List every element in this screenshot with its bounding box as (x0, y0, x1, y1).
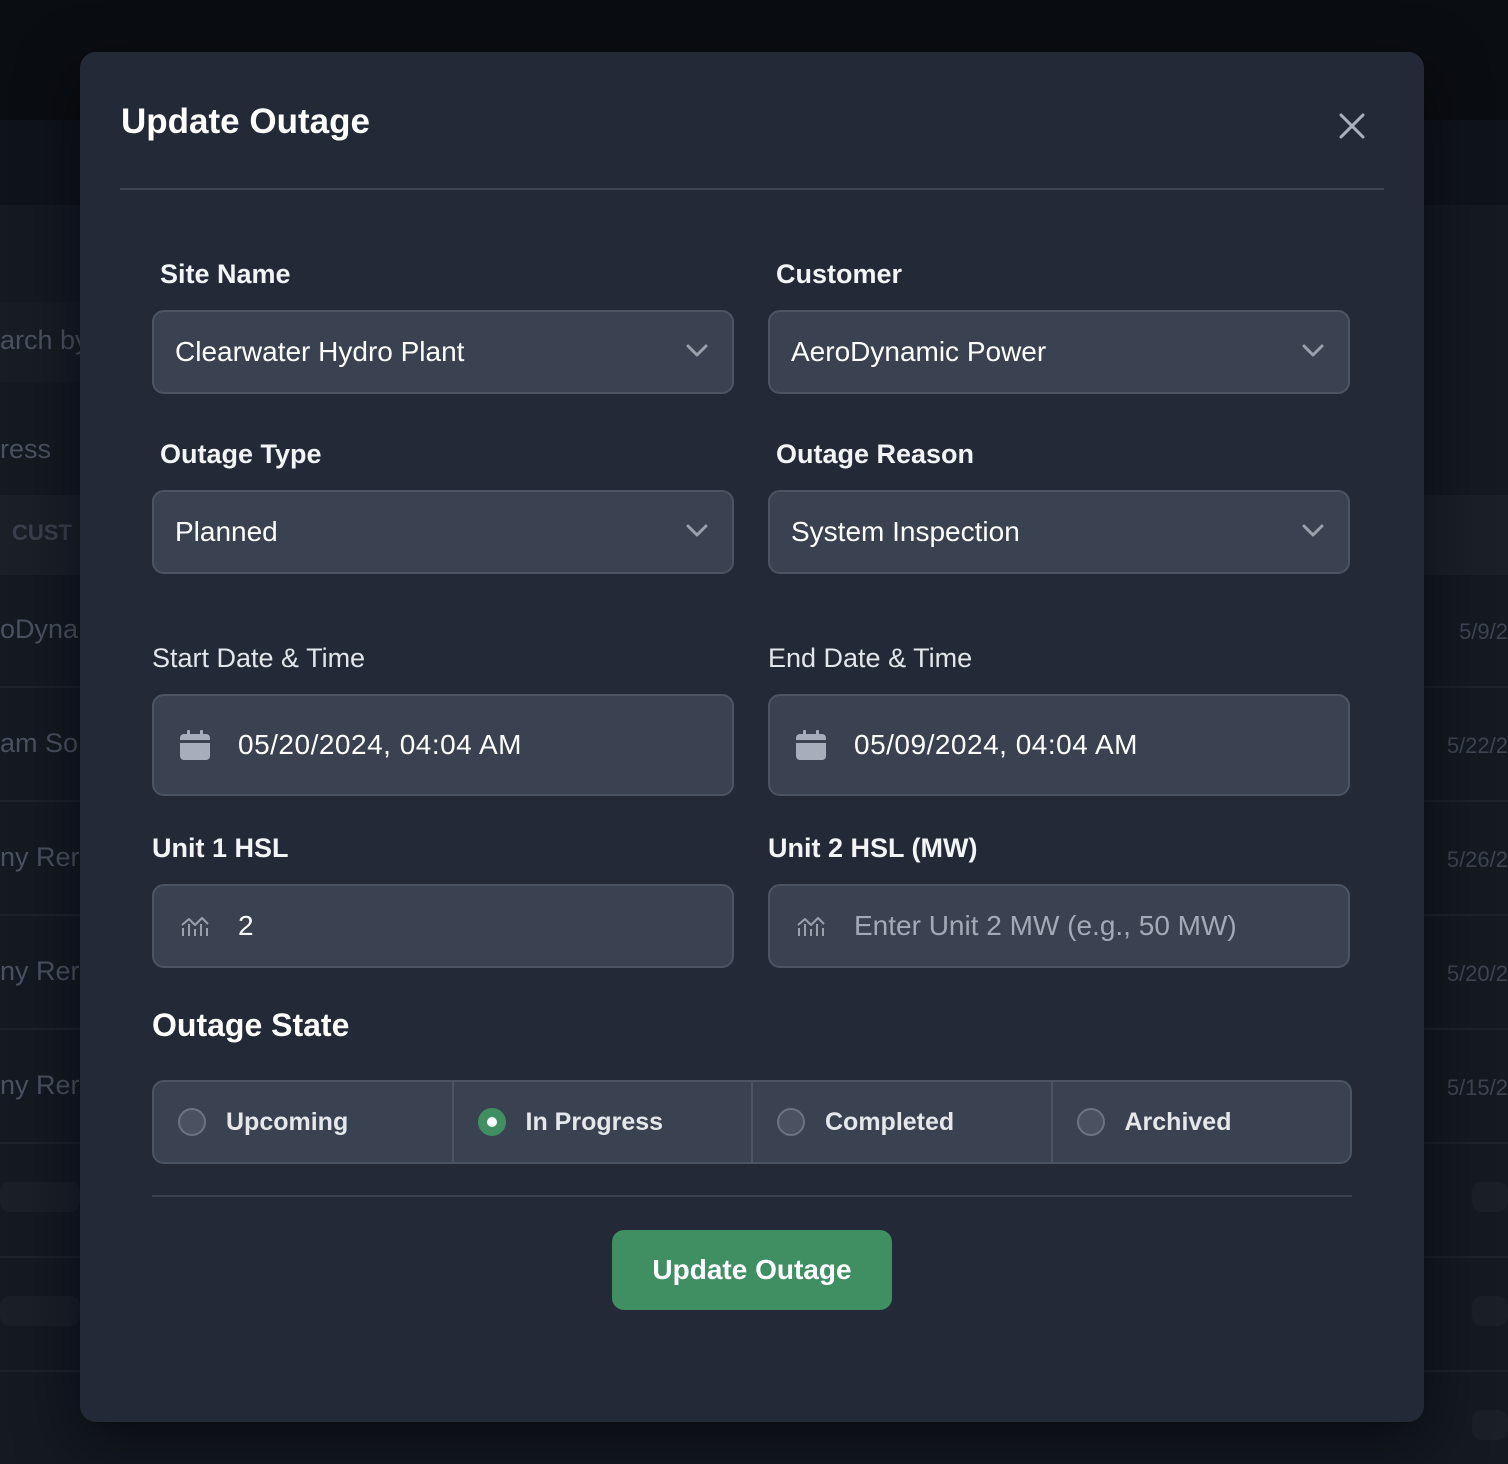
outage-type-label: Outage Type (160, 439, 322, 469)
background-row-date: 5/15/2 (1446, 1075, 1508, 1100)
site-name-value: Clearwater Hydro Plant (175, 336, 465, 367)
unit2-hsl-input[interactable]: Enter Unit 2 MW (e.g., 50 MW) (768, 884, 1350, 968)
outage-reason-select[interactable]: System Inspection (768, 490, 1350, 574)
chevron-down-icon (686, 344, 708, 357)
start-date-value: 05/20/2024, 04:04 AM (238, 729, 522, 760)
radio-option-in-progress[interactable]: In Progress (454, 1082, 753, 1162)
background-row-date: 5/20/2 (1446, 961, 1508, 986)
background-placeholder-bar (1472, 1182, 1508, 1212)
radio-label: Upcoming (226, 1107, 349, 1136)
background-row-customer: oDyna (0, 614, 79, 644)
background-row-customer: am So (0, 728, 79, 758)
unit1-hsl-value: 2 (238, 910, 254, 941)
site-name-label: Site Name (160, 259, 291, 289)
unit1-hsl-label: Unit 1 HSL (152, 833, 289, 863)
background-placeholder-bar (1472, 1410, 1508, 1440)
radio-option-archived[interactable]: Archived (1053, 1082, 1351, 1162)
chevron-down-icon (686, 524, 708, 537)
unit2-hsl-placeholder: Enter Unit 2 MW (e.g., 50 MW) (854, 910, 1237, 941)
background-row-date: 5/26/2 (1446, 847, 1508, 872)
radio-button[interactable] (1076, 1108, 1105, 1136)
outage-state-title: Outage State (152, 1007, 350, 1043)
background-row-date: 5/22/2 (1446, 733, 1508, 758)
modal-title: Update Outage (121, 102, 370, 141)
end-date-label: End Date & Time (768, 643, 973, 673)
background-filter-text: ress (0, 434, 52, 464)
outage-type-value: Planned (175, 516, 278, 547)
radio-button[interactable] (178, 1108, 206, 1136)
background-placeholder-bar (1472, 1296, 1508, 1326)
radio-label: Archived (1124, 1107, 1232, 1136)
chart-icon (794, 909, 828, 943)
radio-button-selected[interactable] (477, 1108, 506, 1136)
chart-icon (178, 909, 212, 943)
radio-option-upcoming[interactable]: Upcoming (154, 1082, 454, 1162)
radio-label: In Progress (525, 1107, 664, 1136)
end-date-input[interactable]: 05/09/2024, 04:04 AM (768, 694, 1350, 796)
outage-reason-label: Outage Reason (776, 439, 975, 469)
unit1-hsl-input[interactable]: 2 (152, 884, 734, 968)
update-outage-button[interactable]: Update Outage (612, 1230, 892, 1310)
background-placeholder-bar (0, 1182, 80, 1212)
calendar-icon (794, 728, 828, 762)
background-placeholder-bar (0, 1296, 80, 1326)
background-row-customer: ny Rer (0, 842, 80, 872)
radio-button[interactable] (777, 1108, 805, 1136)
background-row-date: 5/9/2 (1459, 619, 1508, 644)
start-date-label: Start Date & Time (152, 643, 366, 673)
update-outage-modal: Update Outage Site Name Clearwater Hydro… (80, 52, 1424, 1422)
background-row-customer: ny Rer (0, 1070, 80, 1100)
end-date-value: 05/09/2024, 04:04 AM (854, 729, 1138, 760)
outage-type-select[interactable]: Planned (152, 490, 734, 574)
customer-select[interactable]: AeroDynamic Power (768, 310, 1350, 394)
radio-label: Completed (825, 1107, 955, 1136)
unit2-hsl-label: Unit 2 HSL (MW) (768, 833, 978, 863)
site-name-select[interactable]: Clearwater Hydro Plant (152, 310, 734, 394)
chevron-down-icon (1302, 344, 1324, 357)
footer-divider (152, 1195, 1352, 1197)
start-date-input[interactable]: 05/20/2024, 04:04 AM (152, 694, 734, 796)
radio-option-completed[interactable]: Completed (753, 1082, 1053, 1162)
customer-label: Customer (776, 259, 903, 289)
outage-state-radio-group: Upcoming In Progress Completed Archived (152, 1080, 1352, 1164)
header-divider (120, 188, 1384, 190)
close-icon (1339, 113, 1365, 139)
background-row-customer: ny Rer (0, 956, 80, 986)
customer-value: AeroDynamic Power (791, 336, 1047, 367)
background-column-header: CUST (12, 520, 72, 545)
outage-reason-value: System Inspection (791, 516, 1020, 547)
chevron-down-icon (1302, 524, 1324, 537)
background-search-text: arch by (0, 325, 89, 355)
close-button[interactable] (1330, 104, 1374, 148)
calendar-icon (178, 728, 212, 762)
